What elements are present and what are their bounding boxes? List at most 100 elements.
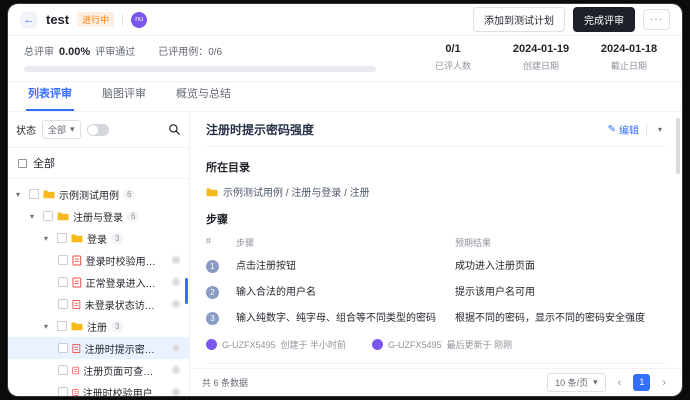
chevron-down-icon: ▾ xyxy=(593,377,598,388)
checkbox[interactable] xyxy=(29,189,39,199)
step-number: 2 xyxy=(206,286,219,299)
page-size-value: 10 条/页 xyxy=(555,376,588,389)
case-label: 未登录状态访问平台 xyxy=(85,297,163,312)
metric-reviewers: 0/1 已评人数 xyxy=(416,43,490,72)
step-row: 3 输入纯数字、纯字母、组合等不同类型的密码 根据不同的密码，显示不同的密码安全… xyxy=(206,312,666,325)
metric-label: 创建日期 xyxy=(504,59,578,72)
caret-down-icon[interactable]: ▾ xyxy=(30,212,39,221)
case-label: 注册时提示密码强度 xyxy=(85,341,163,356)
case-doc-icon xyxy=(72,387,79,397)
divider xyxy=(122,14,123,26)
case-detail-panel: 注册时提示密码强度 ✎ 编辑 ▾ 所在目录 示例测试用例 / 注册与登录 / 注… xyxy=(190,112,682,368)
tab-mindmap-review[interactable]: 脑图评审 xyxy=(100,79,148,111)
tab-overview-summary[interactable]: 概览与总结 xyxy=(174,79,233,111)
tree-case-selected[interactable]: 注册时提示密码强度 xyxy=(8,337,189,359)
checkbox[interactable] xyxy=(57,321,67,331)
tree-case[interactable]: 注册页面可查看用户协议 xyxy=(8,359,189,381)
tree-folder[interactable]: ▾ 注册 3 xyxy=(8,315,189,337)
case-tree: ▾ 示例测试用例 6 ▾ 注册与登录 6 ▾ 登录 xyxy=(8,179,189,396)
steps-heading: 步骤 xyxy=(206,211,666,227)
more-actions-dropdown[interactable]: ▾ xyxy=(654,123,666,136)
stats-percent: 0.00% xyxy=(59,46,90,58)
chevron-down-icon: ▾ xyxy=(70,124,75,135)
status-badge: 进行中 xyxy=(77,12,114,27)
breadcrumb-path[interactable]: 示例测试用例 / 注册与登录 / 注册 xyxy=(223,184,370,199)
avatar[interactable]: nu xyxy=(131,12,147,28)
review-status-icon xyxy=(171,387,181,396)
step-number: 1 xyxy=(206,260,219,273)
tree-case[interactable]: 登录时校验用户名 xyxy=(8,249,189,271)
chevron-right-icon: › xyxy=(662,377,666,389)
caret-down-icon[interactable]: ▾ xyxy=(44,234,53,243)
step-row: 2 输入合法的用户名 提示该用户名可用 xyxy=(206,286,666,299)
folder-icon xyxy=(71,321,83,331)
step-number: 3 xyxy=(206,312,219,325)
filter-toggle[interactable] xyxy=(87,124,109,136)
folder-label: 注册 xyxy=(87,319,107,334)
back-button[interactable]: ← xyxy=(20,11,38,29)
updated-meta: G-UZFX5495 最后更新于 刚刚 xyxy=(372,338,512,351)
case-label: 注册页面可查看用户协议 xyxy=(83,363,163,378)
tab-list-review[interactable]: 列表评审 xyxy=(26,79,74,111)
stats-cases: 已评用例：0/6 xyxy=(158,43,222,58)
checkbox[interactable] xyxy=(58,387,68,396)
caret-down-icon[interactable]: ▾ xyxy=(44,322,53,331)
edit-button[interactable]: ✎ 编辑 xyxy=(608,122,639,137)
case-doc-icon xyxy=(72,277,82,288)
filter-value: 全部 xyxy=(48,123,66,136)
checkbox[interactable] xyxy=(58,299,68,309)
updater-avatar xyxy=(372,339,383,350)
add-to-plan-button[interactable]: 添加到测试计划 xyxy=(473,7,565,32)
tree-folder[interactable]: ▾ 示例测试用例 6 xyxy=(8,183,189,205)
case-meta: G-UZFX5495 创建于 半小时前 G-UZFX5495 最后更新于 刚刚 xyxy=(206,338,666,351)
finish-review-button[interactable]: 完成评审 xyxy=(573,7,635,32)
tree-filter-row: 状态 全部 ▾ xyxy=(8,120,189,148)
directory-heading: 所在目录 xyxy=(206,159,666,175)
folder-icon xyxy=(206,187,218,197)
more-button[interactable]: ··· xyxy=(643,9,670,30)
current-page-button[interactable]: 1 xyxy=(633,374,650,391)
stats-bar: 总评审 0.00% 评审通过 已评用例：0/6 0/1 已评人数 2024-01… xyxy=(8,36,682,82)
search-icon[interactable] xyxy=(168,123,181,136)
app-window: ← test 进行中 nu 添加到测试计划 完成评审 ··· 总评审 0.00%… xyxy=(8,4,682,396)
folder-label: 示例测试用例 xyxy=(59,187,119,202)
checkbox[interactable] xyxy=(57,233,67,243)
page-size-select[interactable]: 10 条/页 ▾ xyxy=(547,373,606,392)
more-icon: ··· xyxy=(650,14,663,25)
creator-id: G-UZFX5495 xyxy=(222,340,276,350)
count-badge: 3 xyxy=(111,321,123,332)
folder-icon xyxy=(57,211,69,221)
tree-scrollbar-thumb[interactable] xyxy=(185,278,188,304)
detail-scrollbar-thumb[interactable] xyxy=(676,118,680,174)
divider xyxy=(206,363,666,364)
caret-down-icon[interactable]: ▾ xyxy=(16,190,25,199)
tree-folder[interactable]: ▾ 注册与登录 6 xyxy=(8,205,189,227)
tree-case[interactable]: 注册时校验用户名是否重复 xyxy=(8,381,189,396)
tree-case[interactable]: 正常登录进入平台 xyxy=(8,271,189,293)
checkbox[interactable] xyxy=(43,211,53,221)
checkbox[interactable] xyxy=(58,255,68,265)
tree-case[interactable]: 未登录状态访问平台 xyxy=(8,293,189,315)
checkbox[interactable] xyxy=(58,365,68,375)
review-status-icon xyxy=(171,365,181,375)
col-step: 步骤 xyxy=(236,236,447,249)
metric-deadline: 2024-01-18 截止日期 xyxy=(592,43,666,72)
tree-root-all[interactable]: 全部 xyxy=(8,148,189,179)
folder-label: 登录 xyxy=(87,231,107,246)
metric-label: 截止日期 xyxy=(592,59,666,72)
tree-folder[interactable]: ▾ 登录 3 xyxy=(8,227,189,249)
filter-select[interactable]: 全部 ▾ xyxy=(42,120,81,139)
prev-page-button[interactable]: ‹ xyxy=(614,377,626,389)
step-text: 输入纯数字、纯字母、组合等不同类型的密码 xyxy=(236,312,447,325)
review-status-icon xyxy=(171,299,181,309)
creator-avatar xyxy=(206,339,217,350)
checkbox[interactable] xyxy=(58,343,68,353)
case-tree-panel: 状态 全部 ▾ 全部 ▾ 示例测试用 xyxy=(8,112,190,396)
checkbox[interactable] xyxy=(58,277,68,287)
step-text: 点击注册按钮 xyxy=(236,260,447,273)
next-page-button[interactable]: › xyxy=(658,377,670,389)
step-row: 1 点击注册按钮 成功进入注册页面 xyxy=(206,260,666,273)
folder-icon xyxy=(43,189,55,199)
updated-text: 最后更新于 刚刚 xyxy=(447,338,513,351)
total-count: 共 6 条数据 xyxy=(202,376,539,389)
